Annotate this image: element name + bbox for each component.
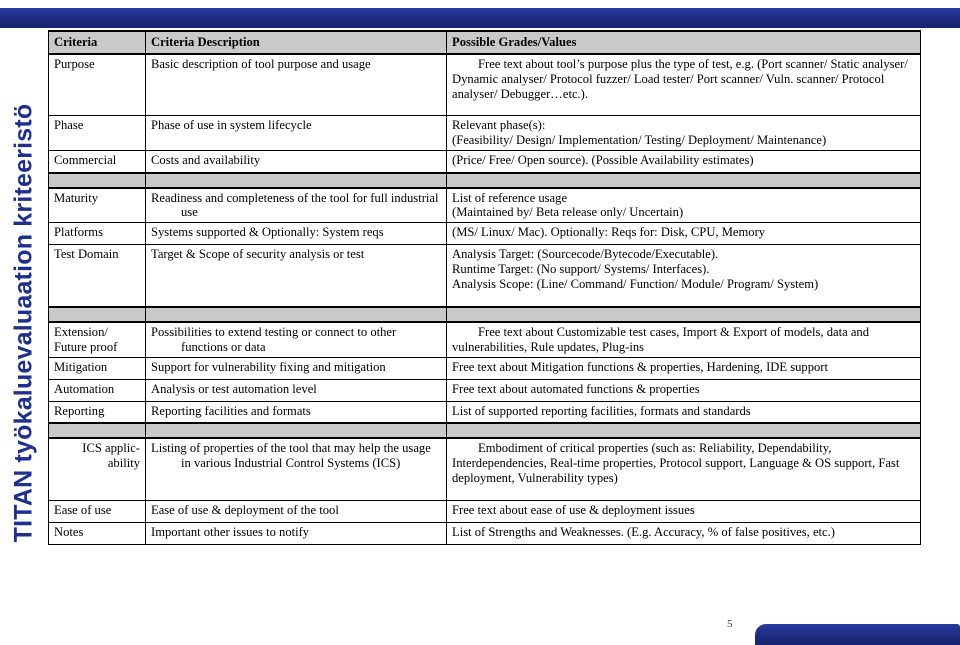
table-row: Test Domain Target & Scope of security a… xyxy=(48,244,921,308)
cell-description: Readiness and completeness of the tool f… xyxy=(145,187,447,224)
table-row: Maturity Readiness and completeness of t… xyxy=(48,187,921,224)
slide-canvas: TITAN työkaluevaluaation kriteeristö Cri… xyxy=(0,0,960,645)
value-line: Free text about tool’s purpose plus the … xyxy=(452,56,908,101)
cell-values: Analysis Target: (Sourcecode/Bytecode/Ex… xyxy=(446,244,921,308)
cell-values: Free text about Customizable test cases,… xyxy=(446,321,921,358)
column-header-description: Criteria Description xyxy=(145,30,447,55)
value-line: Analysis Scope: (Line/ Command/ Function… xyxy=(452,277,819,292)
value-line: Runtime Target: (No support/ Systems/ In… xyxy=(452,262,710,277)
group-separator-row xyxy=(48,305,921,323)
table-row: Automation Analysis or test automation l… xyxy=(48,378,921,402)
group-separator-row xyxy=(48,171,921,189)
column-header-criteria: Criteria xyxy=(48,30,146,55)
cell-criteria: Maturity xyxy=(48,187,146,224)
group-separator-cell xyxy=(48,422,146,440)
criteria-table-body: Criteria Criteria Description Possible G… xyxy=(48,30,921,545)
value-line: (Feasibility/ Design/ Implementation/ Te… xyxy=(452,133,827,148)
cell-criteria: Commercial xyxy=(48,150,146,174)
group-separator-cell xyxy=(145,305,447,323)
group-separator-cell xyxy=(145,171,447,189)
cell-description: Possibilities to extend testing or conne… xyxy=(145,321,447,358)
cell-description: Costs and availability xyxy=(145,150,447,174)
cell-values: (Price/ Free/ Open source). (Possible Av… xyxy=(446,150,921,174)
cell-description: Listing of properties of the tool that m… xyxy=(145,437,447,501)
value-line: Analysis Target: (Sourcecode/Bytecode/Ex… xyxy=(452,247,719,262)
table-row: Platforms Systems supported & Optionally… xyxy=(48,222,921,246)
cell-criteria: ICS applic- ability xyxy=(48,437,146,501)
table-row: Commercial Costs and availability (Price… xyxy=(48,150,921,174)
cell-criteria: Ease of use xyxy=(48,499,146,523)
cell-criteria: Phase xyxy=(48,115,146,152)
cell-description: Target & Scope of security analysis or t… xyxy=(145,244,447,308)
cell-values: List of supported reporting facilities, … xyxy=(446,400,921,424)
column-header-values: Possible Grades/Values xyxy=(446,30,921,55)
cell-description: Important other issues to notify xyxy=(145,521,447,545)
group-separator-cell xyxy=(145,422,447,440)
cell-values: Free text about ease of use & deployment… xyxy=(446,499,921,523)
cell-values: Embodiment of critical properties (such … xyxy=(446,437,921,501)
cell-values: List of Strengths and Weaknesses. (E.g. … xyxy=(446,521,921,545)
cell-description: Support for vulnerability fixing and mit… xyxy=(145,356,447,380)
description-text: Possibilities to extend testing or conne… xyxy=(151,324,397,354)
page-number: 5 xyxy=(727,618,733,630)
cell-description: Phase of use in system lifecycle xyxy=(145,115,447,152)
criteria-table: Criteria Criteria Description Possible G… xyxy=(48,30,921,545)
sidebar-vertical-title-area: TITAN työkaluevaluaation kriteeristö xyxy=(0,0,48,645)
description-text: Readiness and completeness of the tool f… xyxy=(151,190,439,220)
table-row: Extension/ Future proof Possibilities to… xyxy=(48,321,921,358)
cell-values: Free text about automated functions & pr… xyxy=(446,378,921,402)
cell-criteria: Platforms xyxy=(48,222,146,246)
cell-description: Systems supported & Optionally: System r… xyxy=(145,222,447,246)
cell-description: Basic description of tool purpose and us… xyxy=(145,53,447,117)
cell-values: (MS/ Linux/ Mac). Optionally: Reqs for: … xyxy=(446,222,921,246)
table-row: Ease of use Ease of use & deployment of … xyxy=(48,499,921,523)
table-row: Notes Important other issues to notify L… xyxy=(48,521,921,545)
cell-criteria: Purpose xyxy=(48,53,146,117)
bottom-accent-shape xyxy=(755,624,960,645)
value-line: Relevant phase(s): xyxy=(452,118,546,133)
cell-values: Relevant phase(s): (Feasibility/ Design/… xyxy=(446,115,921,152)
table-header-row: Criteria Criteria Description Possible G… xyxy=(48,30,921,55)
cell-description: Reporting facilities and formats xyxy=(145,400,447,424)
table-row: Mitigation Support for vulnerability fix… xyxy=(48,356,921,380)
group-separator-cell xyxy=(446,422,921,440)
group-separator-cell xyxy=(48,171,146,189)
group-separator-cell xyxy=(446,171,921,189)
cell-values: List of reference usage (Maintained by/ … xyxy=(446,187,921,224)
cell-description: Ease of use & deployment of the tool xyxy=(145,499,447,523)
cell-criteria: Reporting xyxy=(48,400,146,424)
cell-values: Free text about Mitigation functions & p… xyxy=(446,356,921,380)
top-accent-band xyxy=(0,8,960,28)
cell-criteria: Extension/ Future proof xyxy=(48,321,146,358)
table-row: Purpose Basic description of tool purpos… xyxy=(48,53,921,117)
group-separator-cell xyxy=(446,305,921,323)
table-row: Phase Phase of use in system lifecycle R… xyxy=(48,115,921,152)
cell-criteria: Test Domain xyxy=(48,244,146,308)
cell-criteria: Automation xyxy=(48,378,146,402)
table-row: ICS applic- ability Listing of propertie… xyxy=(48,437,921,501)
value-line: Free text about Customizable test cases,… xyxy=(452,324,870,354)
value-line: Embodiment of critical properties (such … xyxy=(452,441,900,485)
cell-description: Analysis or test automation level xyxy=(145,378,447,402)
table-row: Reporting Reporting facilities and forma… xyxy=(48,400,921,424)
cell-criteria: Notes xyxy=(48,521,146,545)
description-text: Listing of properties of the tool that m… xyxy=(151,441,431,470)
cell-values: Free text about tool’s purpose plus the … xyxy=(446,53,921,117)
slide-vertical-title: TITAN työkaluevaluaation kriteeristö xyxy=(9,103,38,542)
group-separator-row xyxy=(48,422,921,440)
value-line: (Maintained by/ Beta release only/ Uncer… xyxy=(452,205,684,220)
group-separator-cell xyxy=(48,305,146,323)
cell-criteria: Mitigation xyxy=(48,356,146,380)
value-line: List of reference usage xyxy=(452,190,568,205)
